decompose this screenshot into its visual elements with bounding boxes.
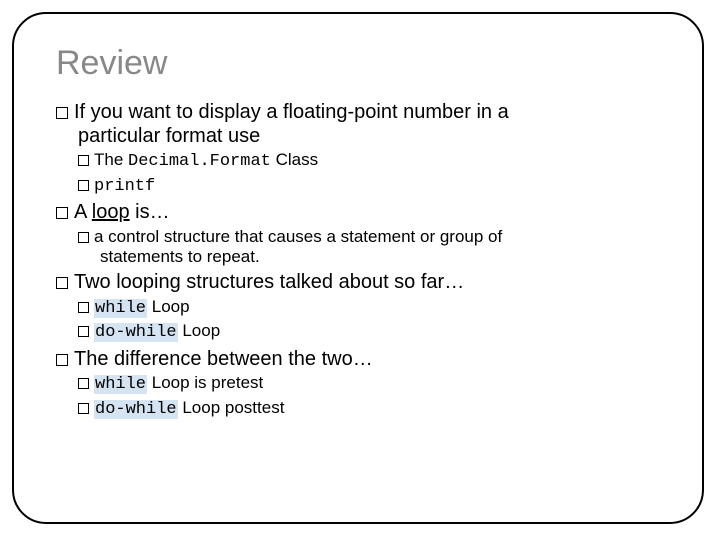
text-post: Class xyxy=(271,150,318,169)
code-text: printf xyxy=(94,177,155,196)
bullet-while-pretest: while Loop is pretest xyxy=(78,373,660,395)
text-pre: A xyxy=(74,201,92,223)
box-icon xyxy=(78,326,89,337)
bullet-loop-desc-cont: statements to repeat. xyxy=(100,247,660,267)
box-icon xyxy=(56,207,68,219)
bullet-float-format-cont: particular format use xyxy=(78,125,660,149)
text-post: Loop is pretest xyxy=(147,373,263,392)
text-pre: The xyxy=(94,150,128,169)
box-icon xyxy=(78,378,89,389)
box-icon xyxy=(78,232,89,243)
bullet-difference: The difference between the two… xyxy=(56,348,660,372)
code-text: do-while xyxy=(94,400,178,419)
code-text: while xyxy=(94,375,147,394)
bullet-dowhile-posttest: do-while Loop posttest xyxy=(78,398,660,420)
box-icon xyxy=(56,277,68,289)
bullet-loop-def: A loop is… xyxy=(56,201,660,225)
code-text: while xyxy=(94,299,147,318)
bullet-loop-desc: a control structure that causes a statem… xyxy=(78,227,660,247)
bullet-decimalformat: The Decimal.Format Class xyxy=(78,150,660,172)
bullet-printf: printf xyxy=(78,175,660,197)
box-icon xyxy=(78,155,89,166)
slide-frame: Review If you want to display a floating… xyxy=(12,12,704,524)
bullet-float-format: If you want to display a floating-point … xyxy=(56,101,660,125)
box-icon xyxy=(78,180,89,191)
slide-title: Review xyxy=(56,44,660,83)
text: a control structure that causes a statem… xyxy=(94,227,502,246)
bullet-dowhile-loop: do-while Loop xyxy=(78,321,660,343)
text-underline: loop xyxy=(92,201,130,223)
text-post: Loop posttest xyxy=(178,398,285,417)
box-icon xyxy=(56,354,68,366)
bullet-two-structures: Two looping structures talked about so f… xyxy=(56,271,660,295)
bullet-while-loop: while Loop xyxy=(78,297,660,319)
text-post: Loop xyxy=(147,297,190,316)
code-text: Decimal.Format xyxy=(128,152,271,171)
box-icon xyxy=(56,107,68,119)
text: Two looping structures talked about so f… xyxy=(74,271,464,293)
text-post: is… xyxy=(130,201,170,223)
box-icon xyxy=(78,403,89,414)
text: If you want to display a floating-point … xyxy=(74,101,509,123)
text: The difference between the two… xyxy=(74,348,373,370)
box-icon xyxy=(78,302,89,313)
code-text: do-while xyxy=(94,323,178,342)
text-post: Loop xyxy=(178,321,221,340)
